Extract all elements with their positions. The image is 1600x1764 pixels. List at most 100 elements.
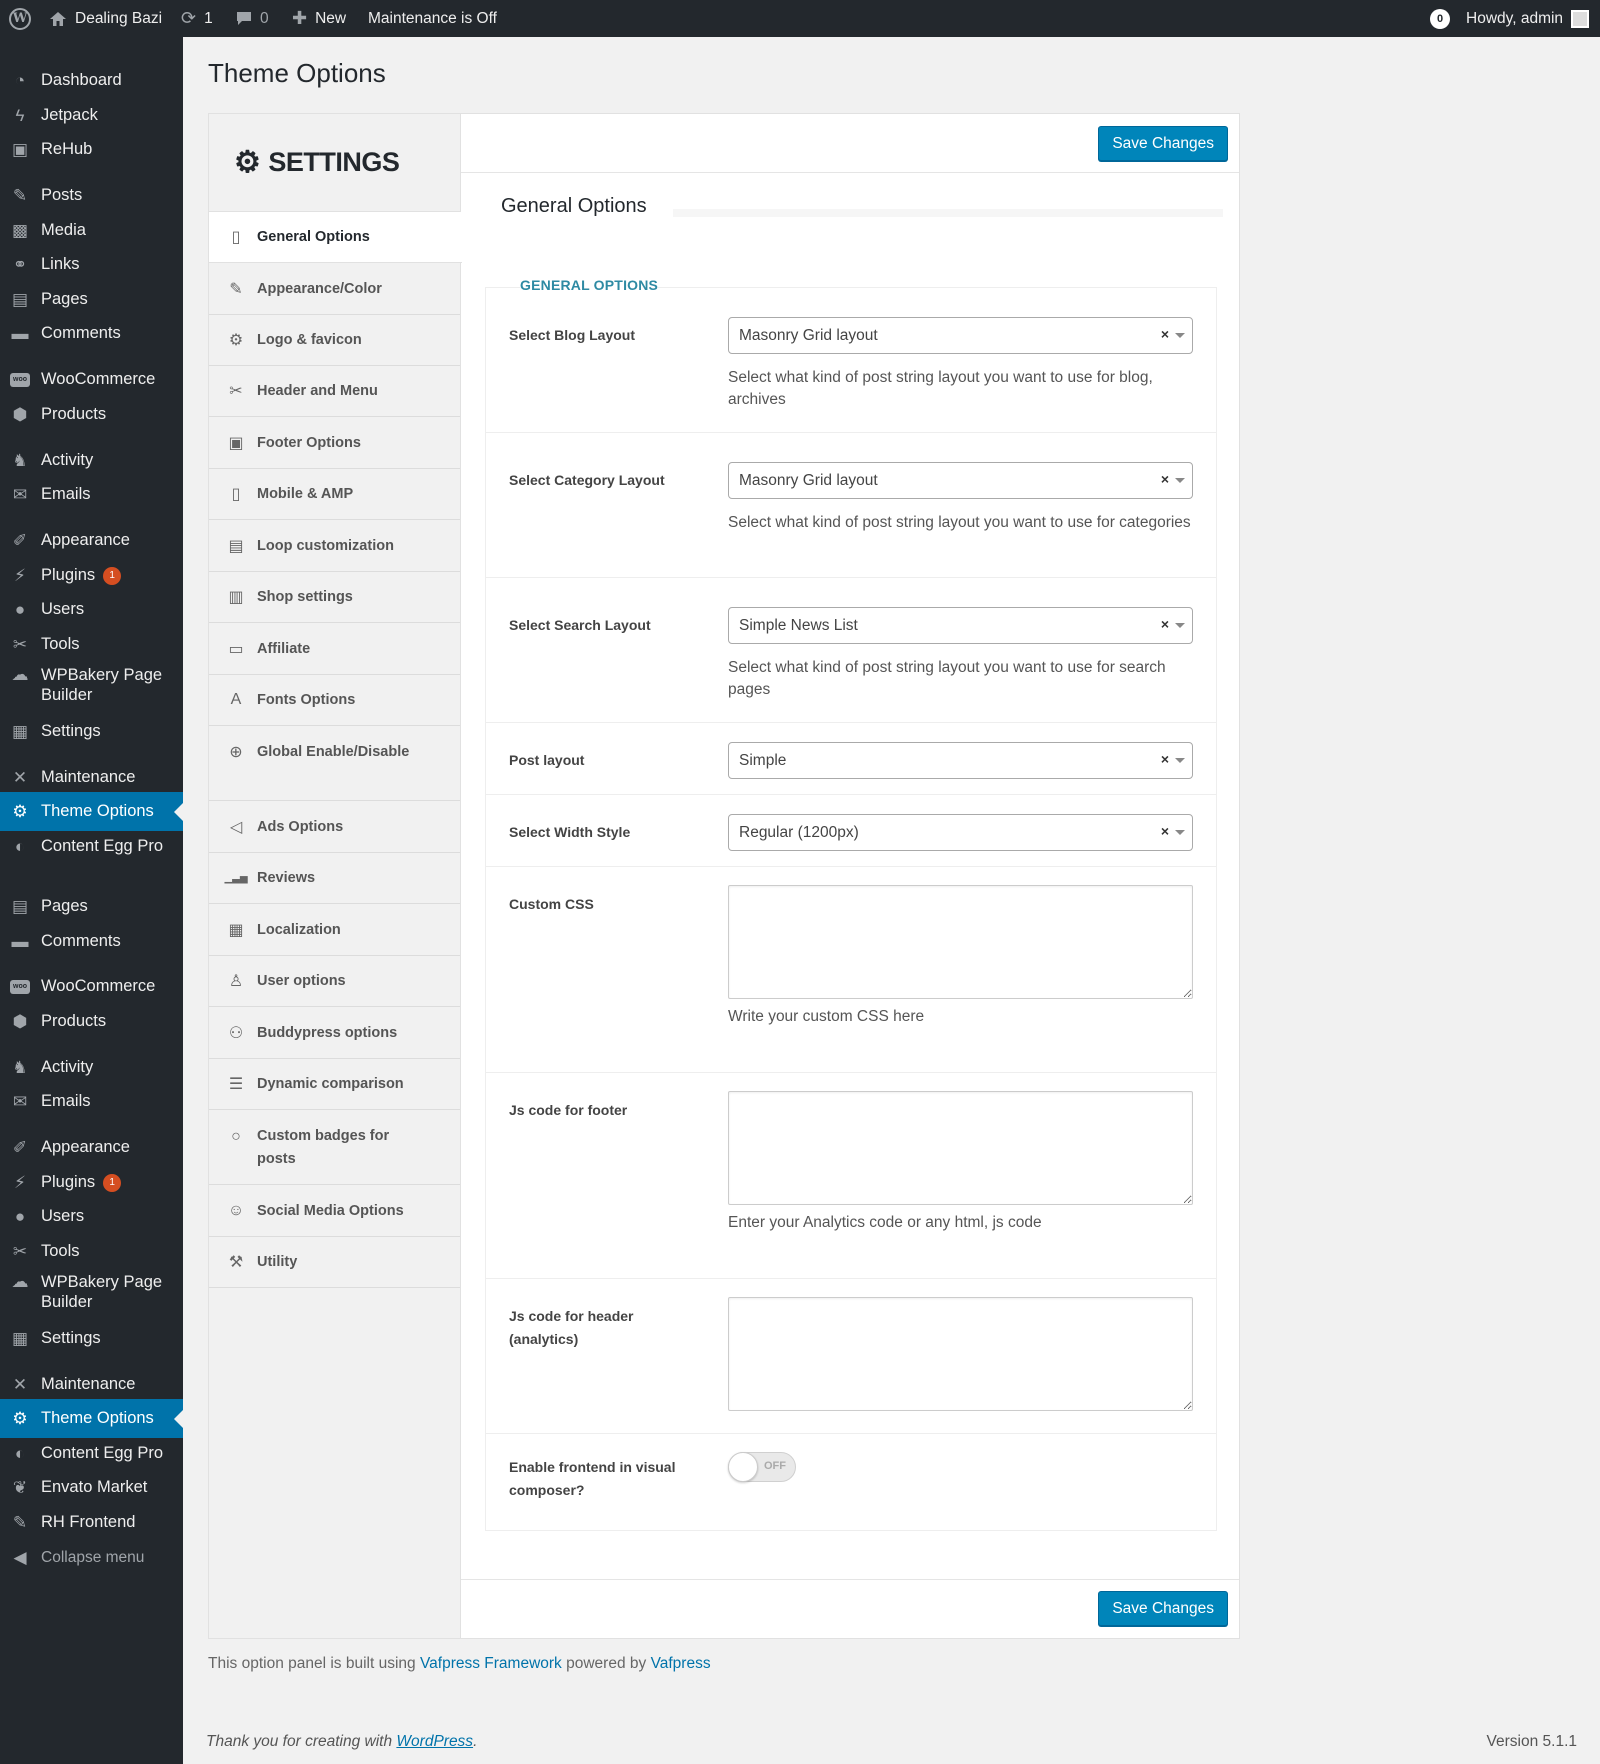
admin-menu-item-links[interactable]: ⚭ Links — [0, 245, 183, 284]
options-nav-footer-options[interactable]: ▣ Footer Options — [209, 418, 460, 469]
admin-menu-item-comments[interactable]: ▬ Comments — [0, 314, 183, 353]
frontend-vc-toggle[interactable]: OFF — [728, 1452, 796, 1482]
admin-menu-item-theme-options[interactable]: ⚙ Theme Options — [0, 1399, 183, 1438]
admin-menu-label: Jetpack — [41, 106, 98, 124]
options-nav-header-and-menu[interactable]: ✂ Header and Menu — [209, 366, 460, 417]
options-nav-ads-options[interactable]: ◁ Ads Options — [209, 802, 460, 853]
admin-menu-item-content-egg-pro[interactable]: ◐ Content Egg Pro — [0, 827, 183, 866]
vafpress-link[interactable]: Vafpress — [651, 1655, 711, 1672]
select-value: Simple — [739, 752, 787, 769]
woo-icon: woo — [10, 977, 30, 997]
admin-menu-item-emails[interactable]: ✉ Emails — [0, 1082, 183, 1121]
options-content: Save Changes General Options GENERAL OPT… — [461, 114, 1239, 1638]
width-style-select[interactable]: Regular (1200px) × — [728, 814, 1193, 851]
document-icon: ▤ — [228, 538, 244, 555]
font-icon: A — [230, 691, 242, 708]
activity-icon: ♞ — [12, 1057, 28, 1077]
options-nav-custom-badges-for-posts[interactable]: ○ Custom badges for posts — [209, 1111, 460, 1185]
admin-menu-item-appearance[interactable]: ✐ Appearance — [0, 1128, 183, 1167]
options-nav-user-options[interactable]: ♙ User options — [209, 956, 460, 1007]
admin-menu-item-comments[interactable]: ▬ Comments — [0, 922, 183, 961]
admin-menu-item-envato-market[interactable]: ❦ Envato Market — [0, 1468, 183, 1507]
admin-menu-item-theme-options[interactable]: ⚙ Theme Options — [0, 792, 183, 831]
search-layout-select[interactable]: Simple News List × — [728, 607, 1193, 644]
select-value: Regular (1200px) — [739, 824, 859, 841]
option-label: Js code for footer — [509, 1102, 628, 1118]
options-nav-loop-customization[interactable]: ▤ Loop customization — [209, 521, 460, 572]
comments-link[interactable]: 0 — [236, 0, 269, 37]
admin-menu-label: Comments — [41, 324, 121, 342]
admin-menu-item-settings[interactable]: ▦ Settings — [0, 1319, 183, 1358]
admin-menu-item-rehub[interactable]: ▣ ReHub — [0, 130, 183, 169]
options-nav-logo-favicon[interactable]: ⚙ Logo & favicon — [209, 315, 460, 366]
admin-menu-item-wpbakery-page-builder[interactable]: ☁ WPBakery Page Builder — [0, 659, 183, 709]
admin-menu-item-pages[interactable]: ▤ Pages — [0, 887, 183, 926]
admin-menu-item-collapse-menu[interactable]: ◀ Collapse menu — [0, 1538, 183, 1577]
options-nav-appearance-color[interactable]: ✎ Appearance/Color — [209, 264, 460, 315]
options-nav-dynamic-comparison[interactable]: ☰ Dynamic comparison — [209, 1059, 460, 1110]
vafpress-framework-link[interactable]: Vafpress Framework — [420, 1655, 562, 1672]
new-content-link[interactable]: ✚ New — [292, 0, 346, 37]
clear-icon[interactable]: × — [1161, 326, 1169, 342]
admin-menu-label: Theme Options — [41, 802, 154, 820]
options-nav-fonts-options[interactable]: A Fonts Options — [209, 675, 460, 726]
chevron-down-icon — [1175, 478, 1185, 483]
post-layout-select[interactable]: Simple × — [728, 742, 1193, 779]
custom-css-textarea[interactable] — [728, 885, 1193, 999]
js-footer-textarea[interactable] — [728, 1091, 1193, 1205]
admin-menu-label: Plugins — [41, 566, 96, 584]
options-panel: ⚙ SETTINGS ▯ General Options ✎ Appearance/C… — [208, 113, 1240, 1639]
admin-menu-item-users[interactable]: ● Users — [0, 1197, 183, 1236]
admin-menu-item-emails[interactable]: ✉ Emails — [0, 475, 183, 514]
person-icon: ♙ — [228, 973, 244, 990]
admin-menu-label: Maintenance — [41, 768, 136, 786]
admin-menu-item-wpbakery-page-builder[interactable]: ☁ WPBakery Page Builder — [0, 1266, 183, 1316]
my-account-link[interactable]: Howdy, admin — [1466, 0, 1590, 37]
clear-icon[interactable]: × — [1161, 616, 1169, 632]
admin-menu-label: Tools — [41, 635, 80, 653]
maintenance-status-link[interactable]: Maintenance is Off — [368, 0, 497, 37]
admin-menu-item-products[interactable]: ⬢ Products — [0, 395, 183, 434]
gear-icon: ⚙ — [234, 146, 261, 179]
category-layout-select[interactable]: Masonry Grid layout × — [728, 462, 1193, 499]
wordpress-logo-menu[interactable]: W — [9, 0, 31, 37]
save-changes-button-bottom[interactable]: Save Changes — [1098, 1591, 1228, 1626]
js-header-textarea[interactable] — [728, 1297, 1193, 1411]
clear-icon[interactable]: × — [1161, 471, 1169, 487]
site-name-link[interactable]: Dealing Bazi — [49, 0, 162, 37]
admin-menu-item-woocommerce[interactable]: woo WooCommerce — [0, 967, 183, 1006]
clear-icon[interactable]: × — [1161, 751, 1169, 767]
wordpress-link[interactable]: WordPress — [396, 1733, 473, 1750]
options-nav-label: Dynamic comparison — [257, 1076, 404, 1092]
chevron-down-icon — [1175, 830, 1185, 835]
admin-menu-item-woocommerce[interactable]: woo WooCommerce — [0, 360, 183, 399]
options-nav-general-options[interactable]: ▯ General Options — [209, 212, 462, 263]
save-changes-button-top[interactable]: Save Changes — [1098, 126, 1228, 161]
admin-menu-item-dashboard[interactable]: ◔ Dashboard — [0, 61, 183, 100]
options-nav-global-enable-disable[interactable]: ⊕ Global Enable/Disable — [209, 727, 460, 801]
plus-icon: ✚ — [292, 8, 308, 28]
updates-link[interactable]: ⟳ 1 — [181, 0, 213, 37]
admin-menu-label: Tools — [41, 1242, 80, 1260]
notifications-link[interactable]: 0 — [1430, 0, 1450, 37]
option-description: Select what kind of post string layout y… — [728, 514, 1191, 531]
bottom-save-bar: Save Changes — [461, 1579, 1239, 1638]
pin-icon: ✎ — [12, 1512, 28, 1532]
admin-menu-item-users[interactable]: ● Users — [0, 590, 183, 629]
options-nav-localization[interactable]: ▦ Localization — [209, 905, 460, 956]
options-nav-utility[interactable]: ⚒ Utility — [209, 1237, 460, 1288]
admin-menu-item-appearance[interactable]: ✐ Appearance — [0, 521, 183, 560]
options-nav-shop-settings[interactable]: ▥ Shop settings — [209, 572, 460, 623]
options-nav-social-media-options[interactable]: ☺ Social Media Options — [209, 1186, 460, 1237]
options-nav-reviews[interactable]: ▁▃▅ Reviews — [209, 853, 460, 904]
options-nav-buddypress-options[interactable]: ⚇ Buddypress options — [209, 1008, 460, 1059]
admin-menu-item-settings[interactable]: ▦ Settings — [0, 712, 183, 751]
admin-menu-item-products[interactable]: ⬢ Products — [0, 1002, 183, 1041]
options-nav-mobile-amp[interactable]: ▯ Mobile & AMP — [209, 469, 460, 520]
clear-icon[interactable]: × — [1161, 823, 1169, 839]
options-nav-label: Logo & favicon — [257, 332, 362, 348]
admin-menu-item-posts[interactable]: ✎ Posts — [0, 176, 183, 215]
options-nav-affiliate[interactable]: ▭ Affiliate — [209, 624, 460, 675]
blog-layout-select[interactable]: Masonry Grid layout × — [728, 317, 1193, 354]
admin-menu-item-rh-frontend[interactable]: ✎ RH Frontend — [0, 1503, 183, 1542]
